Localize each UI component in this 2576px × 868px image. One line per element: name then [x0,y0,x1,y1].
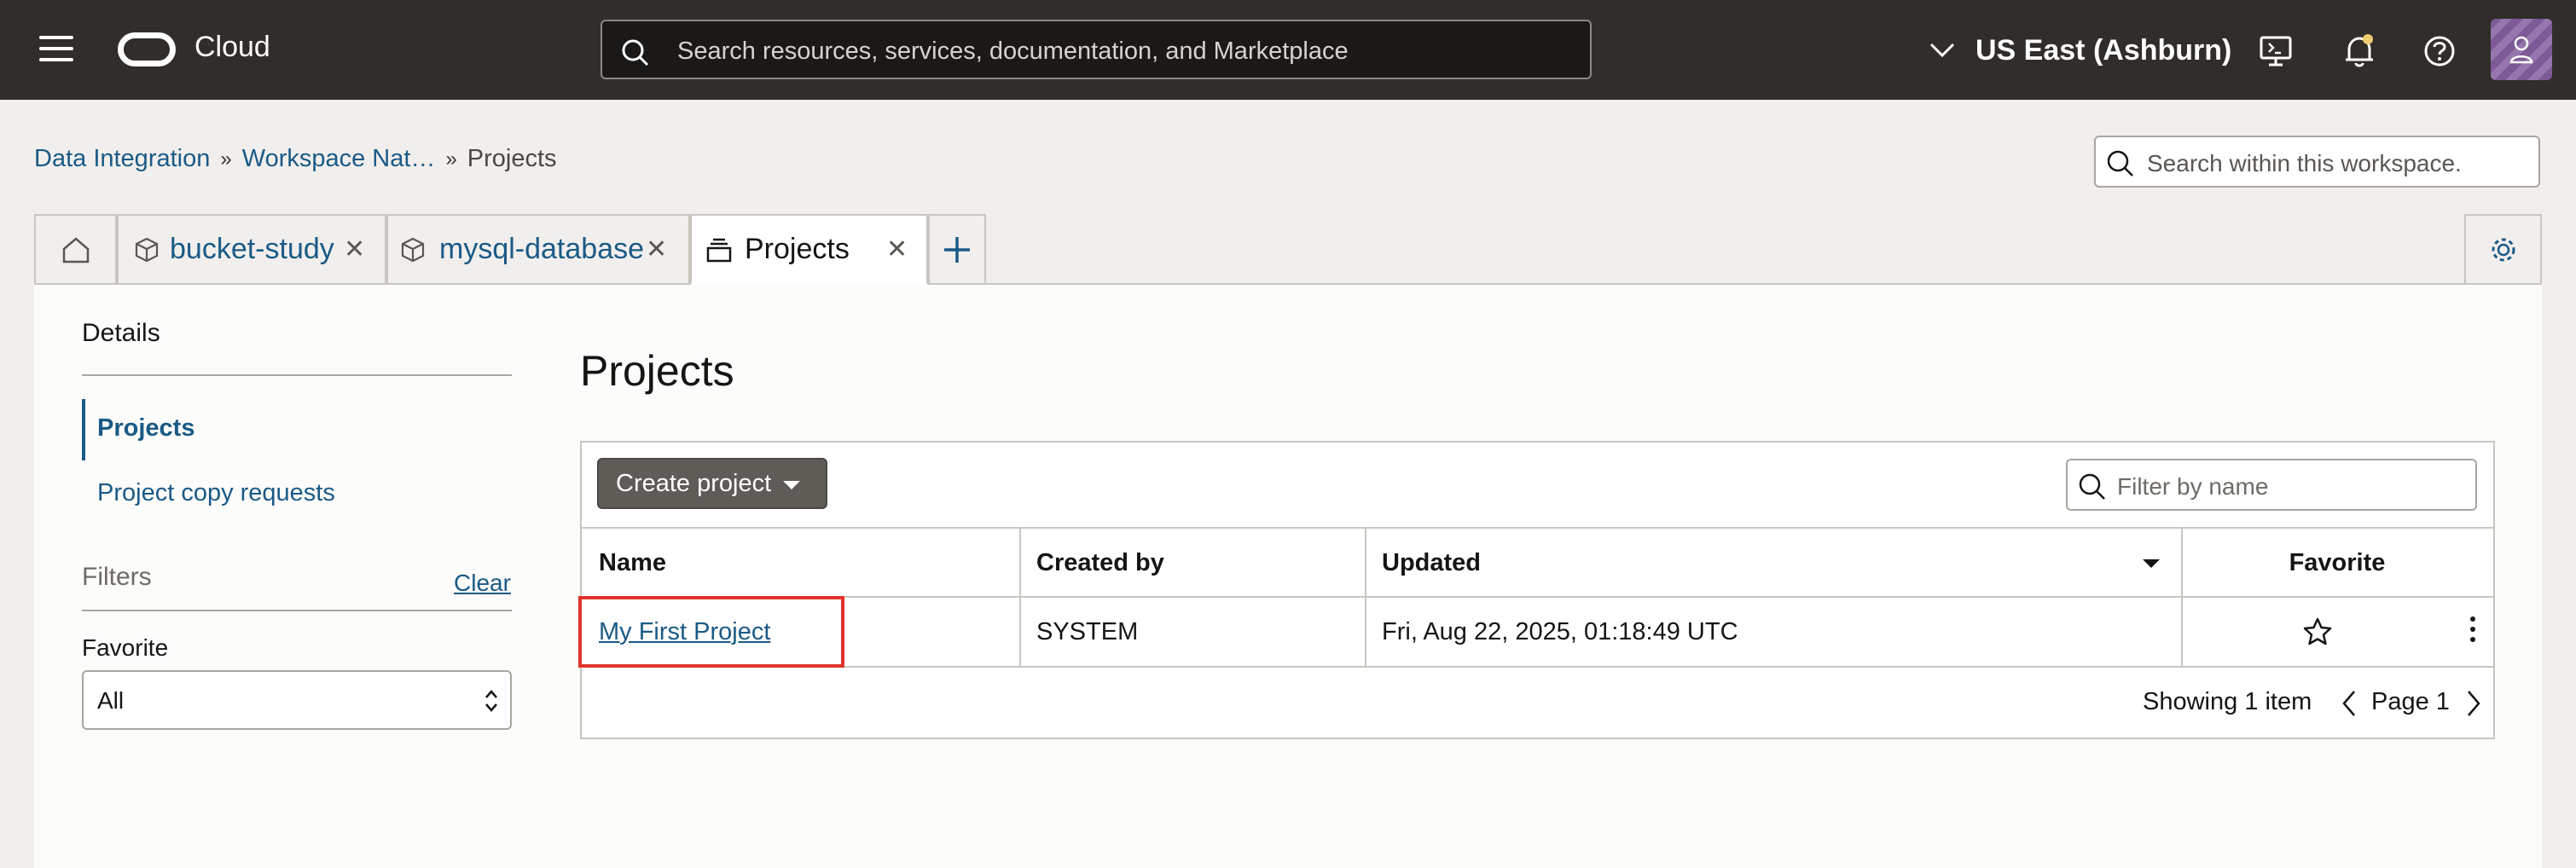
sort-descending-icon[interactable] [2143,559,2160,568]
stack-icon [706,238,732,262]
project-name-cell: My First Project [599,598,770,666]
filter-placeholder: Filter by name [2117,473,2269,500]
sidebar-item-label: Projects [97,414,195,442]
favorite-filter-label: Favorite [82,634,169,661]
cloud-shell-icon[interactable] [2257,32,2295,70]
main-content: Details Projects Project copy requests F… [34,285,2542,868]
chevron-down-icon [1929,43,1955,58]
sidebar-item-project-copy-requests[interactable]: Project copy requests [97,479,335,507]
table-row: My First Project SYSTEM Fri, Aug 22, 202… [578,596,2493,668]
create-project-button[interactable]: Create project [597,458,827,509]
column-header-favorite: Favorite [2289,549,2386,576]
filter-by-name-input[interactable]: Filter by name [2066,459,2477,511]
column-header-updated[interactable]: Updated [1382,529,1481,598]
notification-dot [2363,34,2373,44]
home-icon [62,236,89,263]
created-by-cell: SYSTEM [1036,617,1139,645]
help-icon[interactable] [2421,32,2458,70]
close-icon[interactable]: ✕ [886,234,908,264]
showing-count: Showing 1 item [2143,688,2312,715]
breadcrumb-data-integration[interactable]: Data Integration [34,145,210,173]
tab-label: Projects [745,233,850,265]
project-name-link[interactable]: My First Project [599,618,770,646]
column-divider [1365,598,1366,666]
workspace-search-placeholder: Search within this workspace. [2147,150,2462,176]
tab-label: mysql-database [439,233,645,265]
breadcrumb-current: Projects [467,145,557,172]
notifications-bell-icon[interactable] [2341,32,2378,70]
workspace-search-input[interactable]: Search within this workspace. [2094,136,2540,188]
caret-down-icon [783,481,800,489]
search-icon [2079,473,2105,500]
user-avatar[interactable] [2491,19,2552,80]
create-project-label: Create project [616,469,772,497]
tab-projects[interactable]: Projects ✕ [690,214,928,285]
region-label: US East (Ashburn) [1976,33,2232,67]
clear-filters-link[interactable]: Clear [454,570,511,597]
cube-icon [401,237,425,262]
divider [82,610,512,611]
region-selector[interactable]: US East (Ashburn) [1929,31,2231,70]
sidebar-title: Details [82,319,160,347]
divider [82,374,512,376]
brand-name[interactable]: Cloud [194,31,270,64]
table-header: Name Created by Updated Favorite [582,527,2493,598]
close-icon[interactable]: ✕ [344,234,365,264]
star-icon[interactable] [2302,616,2333,647]
tab-mysql-database[interactable]: mysql-database ✕ [386,214,690,283]
column-divider [1019,529,1021,598]
breadcrumb: Data Integration » Workspace Nat… » Proj… [34,145,557,173]
add-tab-button[interactable] [928,214,986,283]
favorite-filter-select[interactable]: All [82,670,512,730]
tab-label: bucket-study [170,233,334,265]
filters-title: Filters [82,563,152,591]
projects-table-panel: Create project Filter by name Name Creat… [578,441,2495,739]
table-footer: Showing 1 item Page 1 [582,668,2493,738]
top-bar: Cloud Search resources, services, docume… [0,0,2576,100]
cube-icon [135,237,159,262]
breadcrumb-separator-icon: » [220,147,232,171]
gear-icon [2492,238,2515,261]
global-search-placeholder: Search resources, services, documentatio… [677,38,1349,65]
plus-icon [944,236,970,263]
column-divider [2181,598,2183,666]
sidebar-item-projects[interactable]: Projects [82,399,512,460]
column-header-name[interactable]: Name [599,529,666,598]
tab-bucket-study[interactable]: bucket-study ✕ [117,214,386,283]
column-header-created-by[interactable]: Created by [1036,529,1164,598]
chevron-right-icon[interactable] [2463,688,2484,719]
page-indicator: Page 1 [2371,688,2450,715]
breadcrumb-workspace[interactable]: Workspace Nat… [242,145,436,173]
oracle-logo[interactable] [118,32,176,67]
updown-chevron-icon [485,690,497,712]
breadcrumb-separator-icon: » [445,147,457,171]
page-title: Projects [580,347,734,395]
tab-home[interactable] [34,214,117,283]
updated-cell: Fri, Aug 22, 2025, 01:18:49 UTC [1382,617,1738,645]
search-icon [622,39,649,67]
settings-button[interactable] [2464,214,2542,283]
user-icon [2509,36,2533,64]
row-actions-kebab-icon[interactable] [2468,616,2478,647]
favorite-filter-value: All [97,687,125,714]
menu-icon[interactable] [39,36,73,65]
search-icon [2107,150,2133,176]
close-icon[interactable]: ✕ [646,234,667,264]
global-search-input[interactable]: Search resources, services, documentatio… [600,20,1592,79]
chevron-left-icon[interactable] [2339,688,2359,719]
column-divider [1019,598,1021,666]
column-divider [1365,529,1366,598]
